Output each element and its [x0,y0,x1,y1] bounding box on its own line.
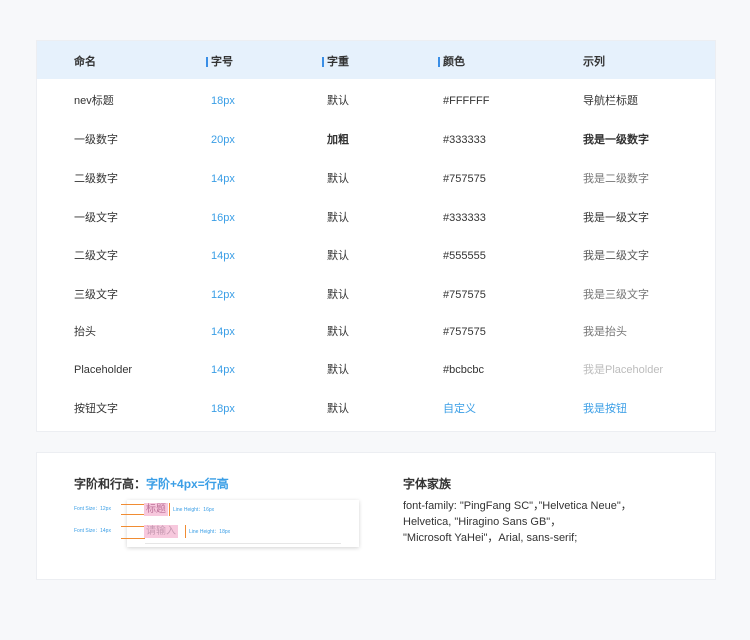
table-row: 抬头 14px 默认 #757575 我是抬头 [37,322,715,342]
line-height-demo: 标题 请输入 Line Height：16px Line Height：18px [121,500,359,547]
header-weight-label: 字重 [327,56,349,68]
header-size: 字号 [206,41,233,79]
header-divider [206,57,208,67]
cell-example: 我是抬头 [583,326,627,338]
line-height-title-prefix: 字阶和行高： [74,477,147,491]
cell-size: 14px [211,173,235,185]
font-family-line: "Microsoft YaHei"，Arial, sans-serif; [403,532,578,544]
cell-size: 14px [211,364,235,376]
table-row: Placeholder 14px 默认 #bcbcbc 我是Placeholder [37,360,715,380]
guide-line [121,504,145,505]
guide-line [121,514,145,515]
cell-color: #757575 [443,289,486,301]
cell-color: #757575 [443,326,486,338]
header-color-label: 颜色 [443,56,465,68]
header-example: 示列 [583,56,605,68]
cell-color: #bcbcbc [443,364,484,376]
cell-example: 我是二级文字 [583,250,649,262]
sample-title: 标题 [144,503,168,516]
cell-weight: 默认 [327,289,349,301]
cell-weight: 默认 [327,364,349,376]
cell-name: 一级数字 [74,134,118,146]
typography-table: 命名 字号 字重 颜色 示列 nev标题 18px 默认 #FFFFFF 导航栏标题一级… [36,40,716,432]
cell-example: 导航栏标题 [583,95,638,107]
cell-name: 抬头 [74,326,96,338]
cell-name: 一级文字 [74,212,118,224]
cell-weight: 默认 [327,250,349,262]
cell-size: 18px [211,403,235,415]
info-card: 字阶和行高：字阶+4px=行高 Font Size：12px Font Size… [36,452,716,580]
cell-weight: 默认 [327,173,349,185]
table-row: nev标题 18px 默认 #FFFFFF 导航栏标题 [37,91,715,111]
font-family-line: Helvetica, "Hiragino Sans GB"， [403,516,562,528]
line-height-title: 字阶和行高：字阶+4px=行高 [74,475,229,492]
cell-example: 我是Placeholder [583,364,664,376]
cell-example: 我是二级数字 [583,173,649,185]
table-header: 命名 字号 字重 颜色 示列 [37,41,715,79]
guide-line [185,525,186,538]
cell-color: #333333 [443,134,486,146]
cell-example: 我是三级文字 [583,289,649,301]
guide-line [169,503,170,516]
input-underline [145,543,341,544]
table-row: 三级文字 12px 默认 #757575 我是三级文字 [37,285,715,305]
cell-name: 三级文字 [74,289,118,301]
cell-weight: 加粗 [327,134,349,146]
cell-example: 我是一级数字 [583,134,649,146]
cell-color: #FFFFFF [443,95,490,107]
line-height-label-2: Line Height：18px [189,529,231,535]
sample-input: 请输入 [144,525,178,538]
cell-example: 我是按钮 [583,403,627,415]
cell-name: Placeholder [74,364,133,376]
header-size-label: 字号 [211,56,233,68]
cell-color: #555555 [443,250,486,262]
cell-size: 14px [211,326,235,338]
font-size-label-1: Font Size：12px [74,506,111,512]
cell-size: 18px [211,95,235,107]
guide-line [121,538,145,539]
cell-size: 16px [211,212,235,224]
cell-color: #333333 [443,212,486,224]
cell-size: 20px [211,134,235,146]
cell-weight: 默认 [327,212,349,224]
cell-name: 按钮文字 [74,403,118,415]
font-family-code: font-family: "PingFang SC"，”Helvetica Ne… [403,498,703,546]
table-row: 二级文字 14px 默认 #555555 我是二级文字 [37,246,715,266]
header-divider [322,57,324,67]
cell-weight: 默认 [327,326,349,338]
cell-name: nev标题 [74,95,114,107]
table-row: 一级数字 20px 加粗 #333333 我是一级数字 [37,130,715,150]
cell-example: 我是一级文字 [583,212,649,224]
cell-weight: 默认 [327,95,349,107]
cell-weight: 默认 [327,403,349,415]
header-weight: 字重 [322,41,349,79]
header-divider [438,57,440,67]
header-color: 颜色 [438,41,465,79]
guide-line [121,526,145,527]
line-height-label-1: Line Height：16px [173,507,215,513]
table-row: 一级文字 16px 默认 #333333 我是一级文字 [37,208,715,228]
cell-color: #757575 [443,173,486,185]
table-row: 按钮文字 18px 默认 自定义 我是按钮 [37,399,715,419]
table-row: 二级数字 14px 默认 #757575 我是二级数字 [37,169,715,189]
cell-color: 自定义 [443,403,476,415]
cell-name: 二级数字 [74,173,118,185]
cell-size: 12px [211,289,235,301]
cell-size: 14px [211,250,235,262]
line-height-formula: 字阶+4px=行高 [146,477,229,491]
font-family-title: 字体家族 [403,477,452,491]
font-size-label-2: Font Size：14px [74,528,111,534]
header-name: 命名 [74,56,96,68]
cell-name: 二级文字 [74,250,118,262]
font-family-line: font-family: "PingFang SC"，”Helvetica Ne… [403,500,632,512]
